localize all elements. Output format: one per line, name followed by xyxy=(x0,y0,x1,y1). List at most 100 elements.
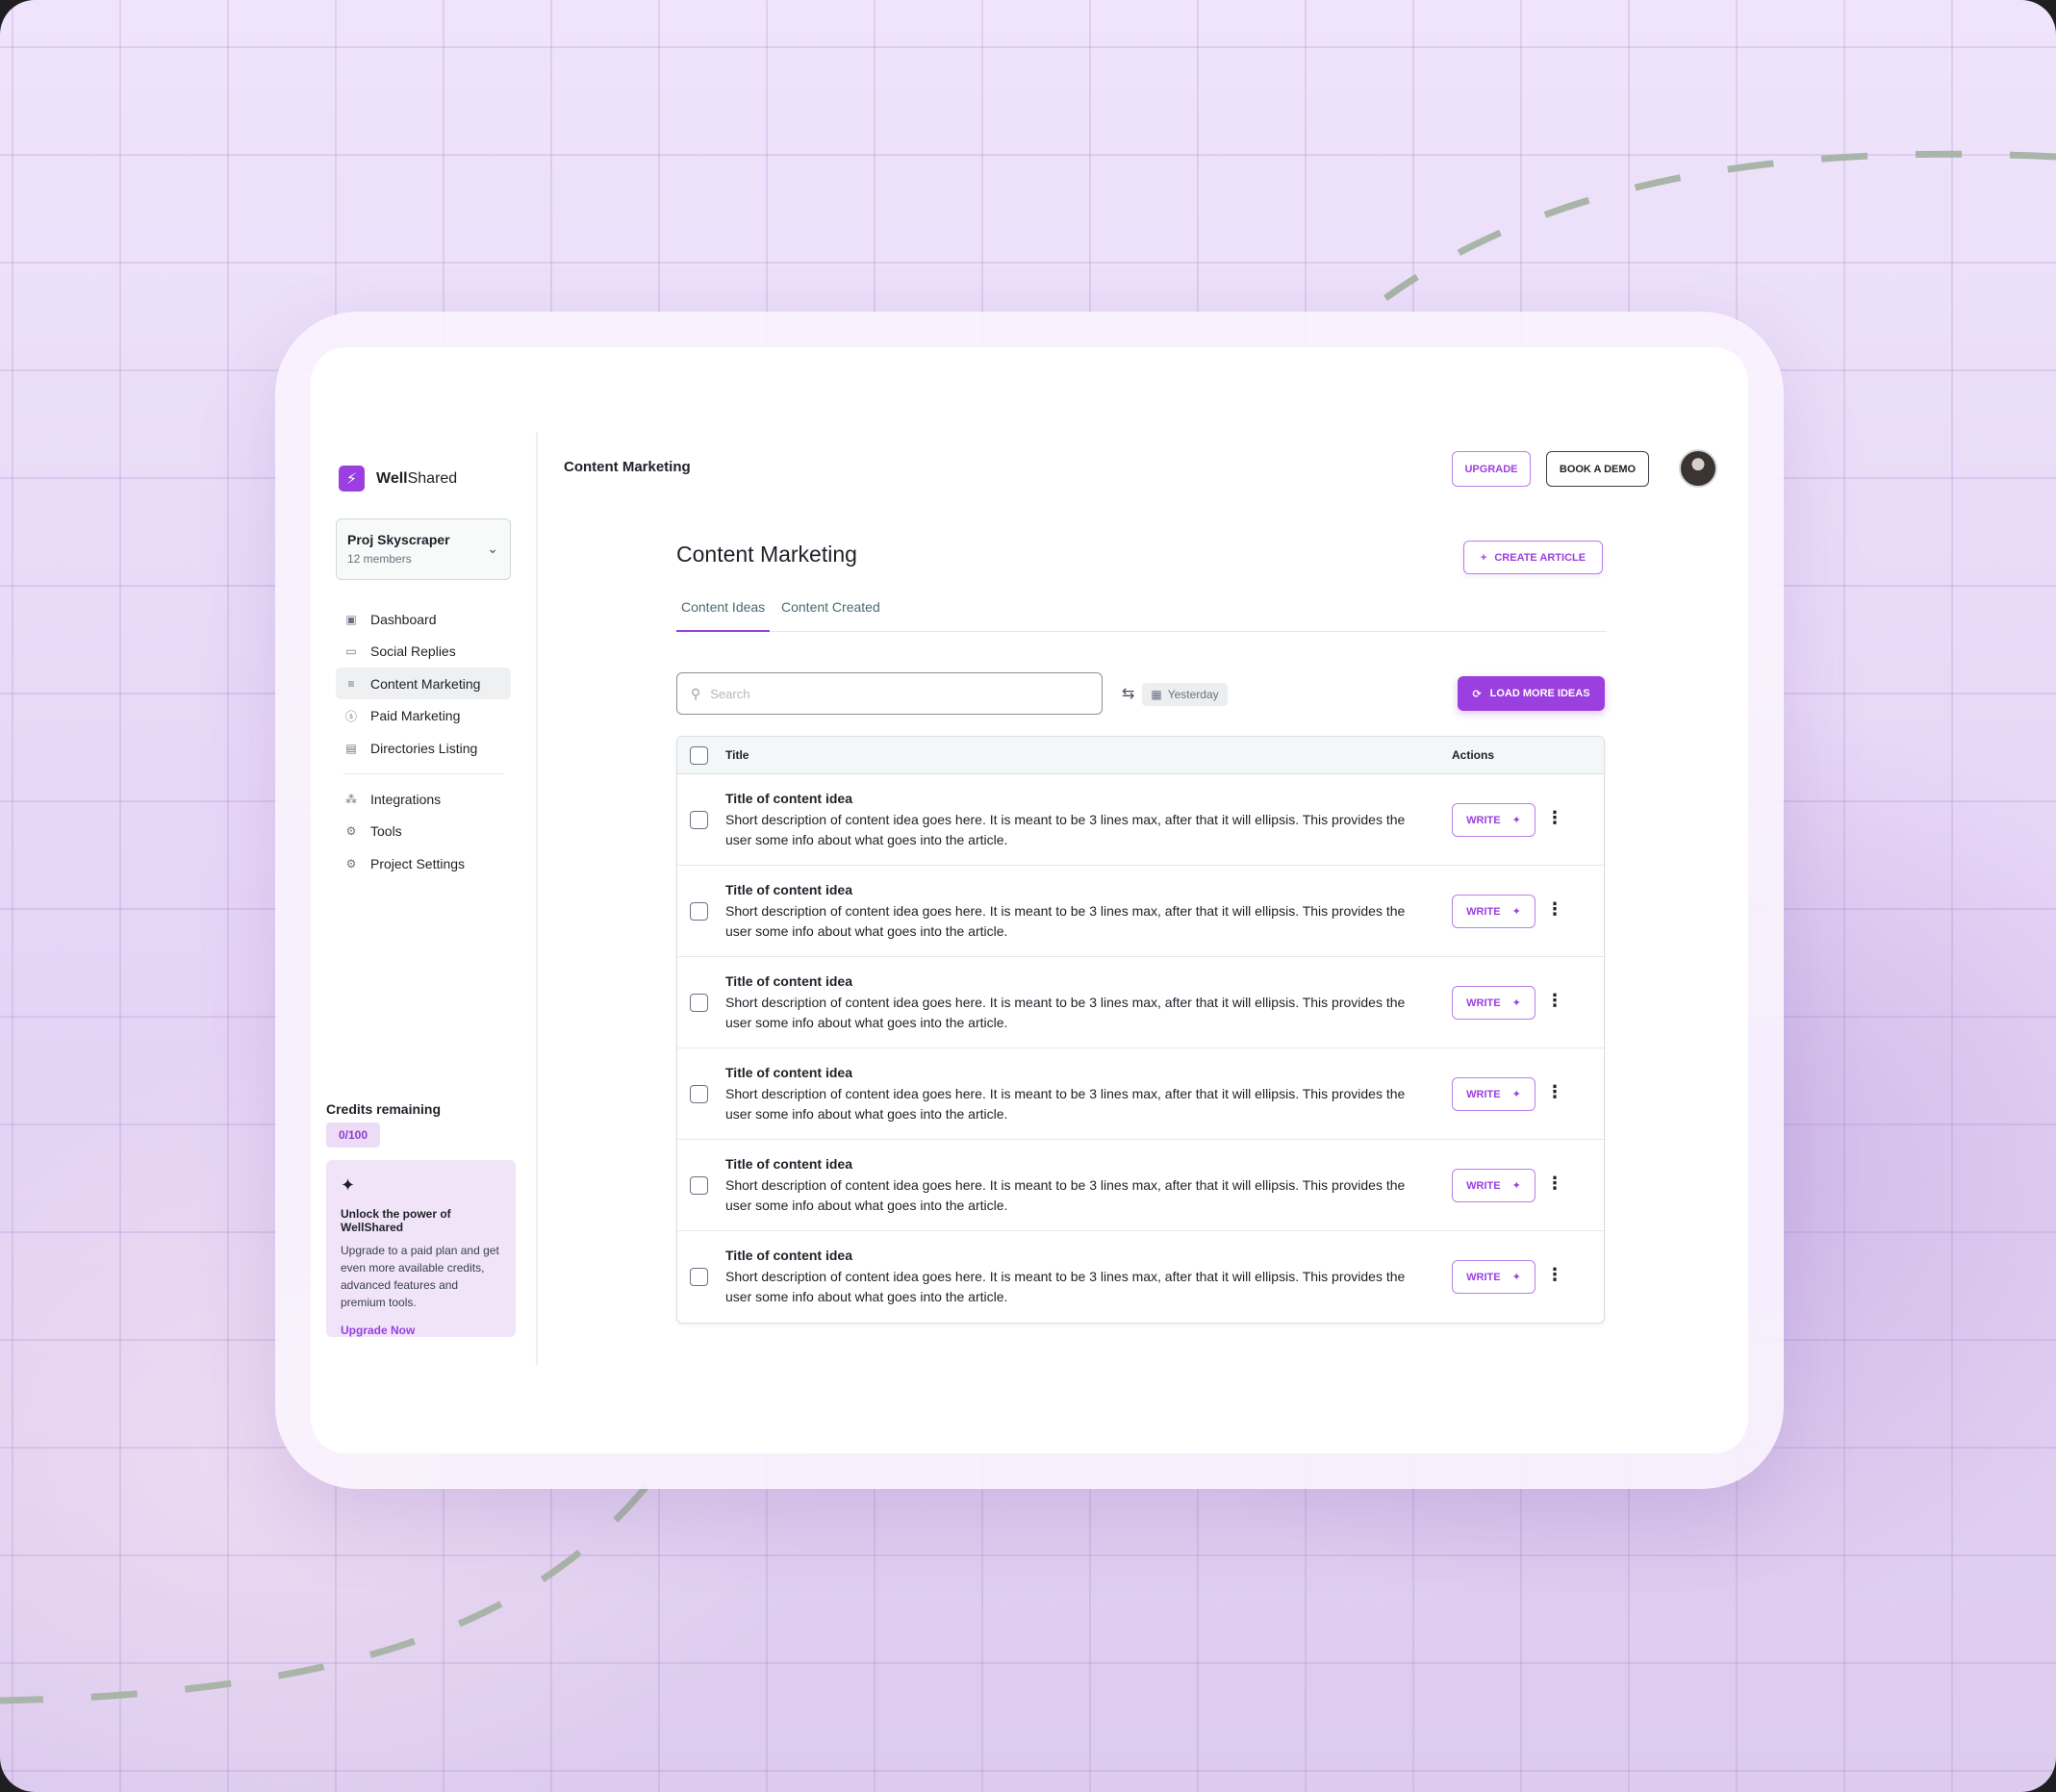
sidebar-item-integrations[interactable]: ⁂ Integrations xyxy=(336,783,511,815)
more-options-icon[interactable]: ⋮ xyxy=(1546,899,1563,920)
sparkle-icon: ✦ xyxy=(1511,1272,1521,1283)
load-more-ideas-button[interactable]: ⟳ LOAD MORE IDEAS xyxy=(1458,676,1605,711)
write-button[interactable]: WRITE ✦ xyxy=(1452,986,1536,1020)
sidebar-item-project-settings[interactable]: ⚙ Project Settings xyxy=(336,847,511,879)
write-button[interactable]: WRITE ✦ xyxy=(1452,1260,1536,1294)
row-checkbox[interactable] xyxy=(690,1085,708,1103)
row-checkbox[interactable] xyxy=(690,902,708,921)
search-icon: ⚲ xyxy=(691,685,701,701)
row-title: Title of content idea xyxy=(725,1156,852,1172)
upgrade-button[interactable]: UPGRADE xyxy=(1452,451,1531,487)
sidebar: ⚡ WellShared Proj Skyscraper 12 members … xyxy=(311,432,538,1365)
row-title: Title of content idea xyxy=(725,882,852,897)
row-title: Title of content idea xyxy=(725,1248,852,1263)
tab-content-created[interactable]: Content Created xyxy=(776,599,885,632)
sidebar-nav: ▣ Dashboard ▭ Social Replies ≡ Content M… xyxy=(336,603,511,880)
load-more-label: LOAD MORE IDEAS xyxy=(1489,688,1590,699)
brand-name: WellShared xyxy=(376,469,458,487)
write-button[interactable]: WRITE ✦ xyxy=(1452,895,1536,928)
sidebar-item-label: Dashboard xyxy=(370,611,437,627)
date-filter-label: Yesterday xyxy=(1167,688,1219,701)
write-label: WRITE xyxy=(1466,905,1501,918)
write-label: WRITE xyxy=(1466,997,1501,1009)
sparkle-icon: ✦ xyxy=(1511,906,1521,918)
row-title: Title of content idea xyxy=(725,973,852,989)
upgrade-promo-card: ✦ Unlock the power of WellShared Upgrade… xyxy=(326,1160,516,1337)
row-checkbox[interactable] xyxy=(690,811,708,829)
project-selector[interactable]: Proj Skyscraper 12 members ⌄ xyxy=(336,518,511,580)
app-screen: ⚡ WellShared Proj Skyscraper 12 members … xyxy=(311,347,1748,1453)
create-article-label: CREATE ARTICLE xyxy=(1494,551,1586,564)
upgrade-now-link[interactable]: Upgrade Now xyxy=(341,1324,501,1337)
more-options-icon[interactable]: ⋮ xyxy=(1546,808,1563,828)
chat-icon: ▭ xyxy=(345,644,357,658)
dashboard-icon: ▣ xyxy=(345,612,357,626)
sparkle-icon: ✦ xyxy=(1511,815,1521,826)
more-options-icon[interactable]: ⋮ xyxy=(1546,1174,1563,1194)
sparkle-icon: ✦ xyxy=(1511,1089,1521,1100)
bolt-icon: ⚡ xyxy=(339,466,365,492)
search-box: ⚲ xyxy=(676,672,1103,715)
table-row: Title of content idea Short description … xyxy=(677,1048,1604,1140)
sidebar-item-label: Tools xyxy=(370,823,402,839)
row-description: Short description of content idea goes h… xyxy=(725,1086,1406,1122)
tablet-frame: ⚡ WellShared Proj Skyscraper 12 members … xyxy=(275,312,1784,1489)
row-checkbox[interactable] xyxy=(690,1268,708,1286)
filter-icon[interactable]: ⇆ xyxy=(1122,684,1134,703)
sidebar-item-paid-marketing[interactable]: ⓢ Paid Marketing xyxy=(336,700,511,732)
project-name: Proj Skyscraper xyxy=(347,532,450,547)
apps-icon: ⁂ xyxy=(345,792,357,806)
page-title: Content Marketing xyxy=(676,542,857,567)
date-filter-chip[interactable]: ▦ Yesterday xyxy=(1142,683,1228,706)
write-button[interactable]: WRITE ✦ xyxy=(1452,803,1536,837)
search-input[interactable] xyxy=(710,686,1077,701)
table-row: Title of content idea Short description … xyxy=(677,1231,1604,1323)
table-row: Title of content idea Short description … xyxy=(677,1140,1604,1231)
select-all-checkbox[interactable] xyxy=(690,745,708,765)
more-options-icon[interactable]: ⋮ xyxy=(1546,1265,1563,1285)
lines-icon: ≡ xyxy=(347,676,355,691)
promo-body: Upgrade to a paid plan and get even more… xyxy=(341,1244,499,1309)
row-description: Short description of content idea goes h… xyxy=(725,1177,1406,1213)
book-demo-button[interactable]: BOOK A DEMO xyxy=(1546,451,1649,487)
column-header-title: Title xyxy=(725,748,749,762)
table-row: Title of content idea Short description … xyxy=(677,866,1604,957)
credits-badge: 0/100 xyxy=(326,1123,380,1148)
sidebar-item-label: Integrations xyxy=(370,791,442,807)
dollar-icon: ⓢ xyxy=(344,709,357,723)
sidebar-item-label: Content Marketing xyxy=(370,675,481,692)
row-description: Short description of content idea goes h… xyxy=(725,812,1406,847)
directory-icon: ▤ xyxy=(345,741,357,755)
plus-icon: + xyxy=(1480,551,1487,564)
row-checkbox[interactable] xyxy=(690,994,708,1012)
sidebar-item-tools[interactable]: ⚙ Tools xyxy=(336,816,511,847)
sidebar-item-content-marketing[interactable]: ≡ Content Marketing xyxy=(336,668,511,699)
chevron-down-icon: ⌄ xyxy=(487,541,498,556)
more-options-icon[interactable]: ⋮ xyxy=(1546,991,1563,1011)
more-options-icon[interactable]: ⋮ xyxy=(1546,1082,1563,1102)
table-row: Title of content idea Short description … xyxy=(677,957,1604,1048)
brand-logo[interactable]: ⚡ WellShared xyxy=(339,466,457,492)
calendar-icon: ▦ xyxy=(1151,688,1162,701)
write-label: WRITE xyxy=(1466,814,1501,826)
sidebar-item-directories-listing[interactable]: ▤ Directories Listing xyxy=(336,732,511,764)
write-label: WRITE xyxy=(1466,1179,1501,1192)
refresh-icon: ⟳ xyxy=(1472,688,1482,700)
page-header-title: Content Marketing xyxy=(564,459,691,475)
row-title: Title of content idea xyxy=(725,1065,852,1080)
table-header: Title Actions xyxy=(677,737,1604,774)
promo-title: Unlock the power of WellShared xyxy=(341,1207,451,1234)
sparkle-icon: ✦ xyxy=(1511,997,1521,1009)
create-article-button[interactable]: + CREATE ARTICLE xyxy=(1463,541,1603,574)
sparkle-icon: ✦ xyxy=(341,1175,356,1195)
sidebar-item-label: Paid Marketing xyxy=(370,708,461,723)
row-checkbox[interactable] xyxy=(690,1176,708,1195)
avatar[interactable] xyxy=(1679,449,1717,488)
sidebar-item-label: Project Settings xyxy=(370,855,466,871)
sidebar-item-social-replies[interactable]: ▭ Social Replies xyxy=(336,636,511,668)
row-description: Short description of content idea goes h… xyxy=(725,903,1406,939)
write-button[interactable]: WRITE ✦ xyxy=(1452,1077,1536,1111)
sidebar-item-dashboard[interactable]: ▣ Dashboard xyxy=(336,603,511,635)
tab-content-ideas[interactable]: Content Ideas xyxy=(676,599,771,632)
write-button[interactable]: WRITE ✦ xyxy=(1452,1169,1536,1202)
